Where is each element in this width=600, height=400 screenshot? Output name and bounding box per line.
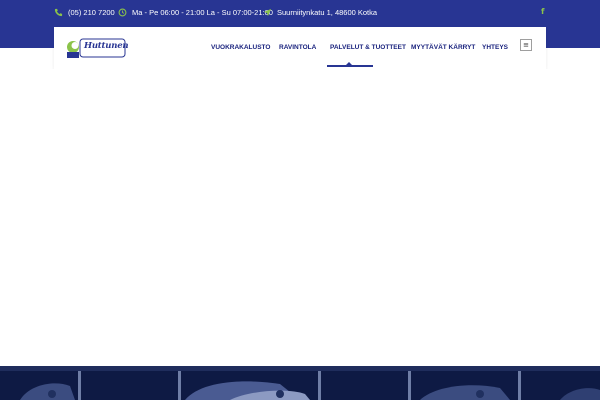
nav-palvelut-tuotteet[interactable]: PALVELUT & TUOTTEET — [330, 44, 406, 51]
phone-info[interactable]: (05) 210 7200 — [54, 8, 115, 17]
nav-vuokrakalusto[interactable]: VUOKRAKALUSTO — [211, 44, 270, 51]
menu-icon: ≡ — [523, 40, 529, 49]
phone-number: (05) 210 7200 — [68, 8, 115, 17]
logo-text: Huttunen — [84, 41, 129, 51]
main-content-area — [0, 69, 600, 366]
huttunen-logo[interactable]: Huttunen — [66, 38, 129, 60]
facebook-icon[interactable]: f — [541, 7, 544, 16]
hamburger-menu-button[interactable]: ≡ — [520, 39, 532, 51]
opening-hours-info: Ma - Pe 06:00 - 21:00 La - Su 07:00-21:0… — [118, 8, 273, 17]
hero-image-strip — [0, 366, 600, 400]
nav-myytavat-karryt[interactable]: MYYTÄVÄT KÄRRYT — [411, 44, 475, 51]
hero-photo — [0, 366, 600, 400]
location-arrow-icon — [263, 8, 272, 17]
address-info[interactable]: Suurniitynkatu 1, 48600 Kotka — [263, 8, 377, 17]
nav-ravintola[interactable]: RAVINTOLA — [279, 44, 316, 51]
opening-hours: Ma - Pe 06:00 - 21:00 La - Su 07:00-21:0… — [132, 8, 273, 17]
address: Suurniitynkatu 1, 48600 Kotka — [277, 8, 378, 17]
active-nav-underline — [327, 65, 373, 67]
clock-icon — [118, 8, 127, 17]
main-header: Huttunen VUOKRAKALUSTO RAVINTOLA PALVELU… — [54, 27, 546, 69]
nav-yhteys[interactable]: YHTEYS — [482, 44, 508, 51]
phone-icon — [54, 8, 63, 17]
